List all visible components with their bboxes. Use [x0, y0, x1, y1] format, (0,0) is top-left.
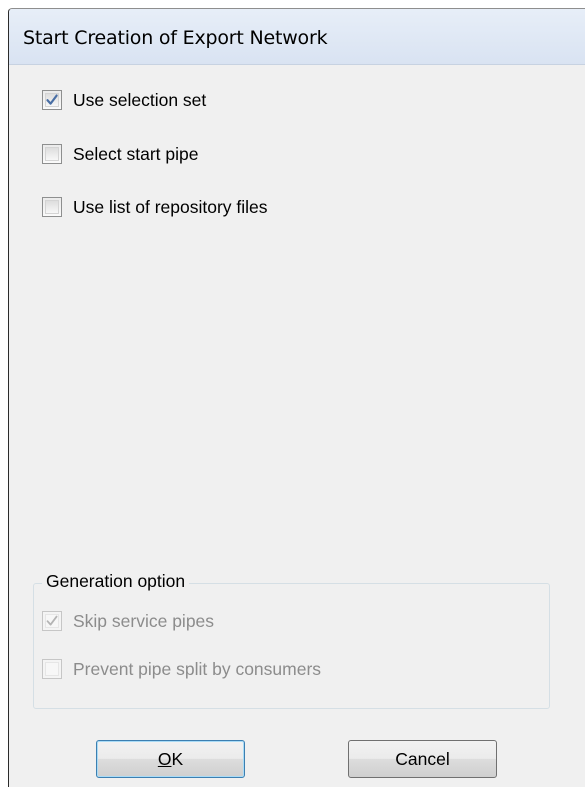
select-start-pipe-option[interactable]: Select start pipe: [42, 141, 198, 167]
prevent-pipe-split-option[interactable]: Prevent pipe split by consumers: [42, 656, 321, 682]
generation-option-title: Generation option: [42, 571, 190, 592]
use-repository-files-label: Use list of repository files: [73, 196, 268, 217]
skip-service-pipes-checkbox[interactable]: [42, 611, 62, 631]
select-start-pipe-label: Select start pipe: [73, 143, 199, 164]
select-start-pipe-checkbox[interactable]: [42, 144, 62, 164]
cancel-button[interactable]: Cancel: [348, 740, 497, 778]
ok-access-key: O: [157, 748, 172, 769]
export-network-dialog: Start Creation of Export Network Use sel…: [8, 8, 585, 787]
prevent-pipe-split-checkbox[interactable]: [42, 659, 62, 679]
checkmark-icon: [46, 94, 58, 105]
dialog-title: Start Creation of Export Network: [23, 27, 328, 49]
checkmark-icon: [46, 615, 58, 626]
ok-label-rest: K: [171, 748, 184, 769]
use-repository-files-option[interactable]: Use list of repository files: [42, 194, 268, 220]
use-repository-files-checkbox[interactable]: [42, 197, 62, 217]
use-selection-set-checkbox[interactable]: [42, 90, 62, 110]
skip-service-pipes-option[interactable]: Skip service pipes: [42, 608, 214, 634]
skip-service-pipes-label: Skip service pipes: [73, 610, 215, 631]
use-selection-set-option[interactable]: Use selection set: [42, 87, 206, 113]
use-selection-set-label: Use selection set: [73, 89, 207, 110]
title-bar[interactable]: Start Creation of Export Network: [9, 9, 585, 65]
ok-button[interactable]: OK: [96, 740, 245, 778]
prevent-pipe-split-label: Prevent pipe split by consumers: [73, 658, 322, 679]
generation-option-group: Generation option Skip service pipes Pre…: [33, 571, 550, 709]
